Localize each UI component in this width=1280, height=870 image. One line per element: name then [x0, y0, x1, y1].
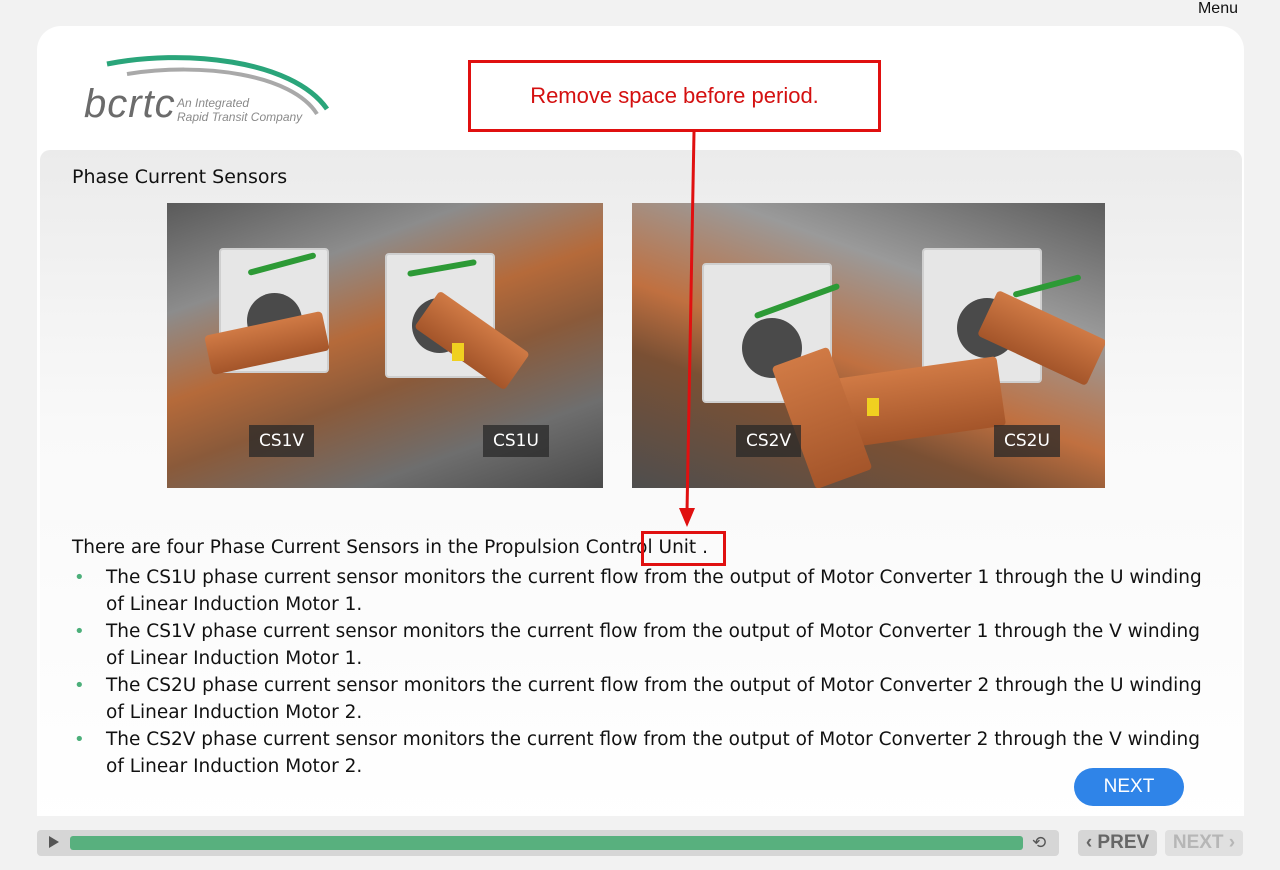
cable-tag — [452, 343, 464, 361]
list-item: • The CS2U phase current sensor monitors … — [72, 672, 1212, 726]
bullet-text: The CS1V phase current sensor monitors t… — [106, 621, 1201, 669]
logo-wordmark: bcrtc — [84, 82, 176, 126]
bullet-text: The CS2V phase current sensor monitors t… — [106, 729, 1201, 777]
bullet-icon: • — [74, 567, 85, 588]
cable-tag — [867, 398, 879, 416]
bullet-text: The CS1U phase current sensor monitors t… — [106, 567, 1202, 615]
logo-tagline-line-2: Rapid Transit Company — [177, 110, 303, 124]
slide-title: Phase Current Sensors — [72, 166, 288, 188]
logo-tagline: An Integrated Rapid Transit Company — [177, 96, 302, 124]
bullet-icon: • — [74, 621, 85, 642]
replay-icon[interactable]: ⟲ — [1032, 834, 1046, 852]
list-item: • The CS1U phase current sensor monitors … — [72, 564, 1212, 618]
photo-cs1: CS1V CS1U — [167, 203, 603, 488]
play-icon[interactable] — [49, 836, 59, 848]
intro-text: There are four Phase Current Sensors in … — [72, 537, 708, 558]
bullet-icon: • — [74, 729, 85, 750]
list-item: • The CS2V phase current sensor monitors … — [72, 726, 1212, 780]
review-callout: Remove space before period. — [468, 60, 881, 132]
next-button[interactable]: NEXT — [1074, 768, 1184, 806]
error-highlight — [641, 531, 726, 566]
progress-fill — [70, 836, 1023, 850]
progress-bar[interactable] — [70, 836, 1023, 850]
photo-label: CS2U — [994, 425, 1060, 457]
list-item: • The CS1V phase current sensor monitors … — [72, 618, 1212, 672]
bcrtc-logo: bcrtc An Integrated Rapid Transit Compan… — [82, 54, 332, 134]
photo-cs2: CS2V CS2U — [632, 203, 1105, 488]
logo-tagline-line-1: An Integrated — [177, 96, 250, 110]
bullet-icon: • — [74, 675, 85, 696]
bullet-list: • The CS1U phase current sensor monitors … — [72, 564, 1212, 780]
photo-label: CS1V — [249, 425, 315, 457]
photo-label: CS2V — [736, 425, 802, 457]
bullet-text: The CS2U phase current sensor monitors t… — [106, 675, 1202, 723]
menu-button[interactable]: Menu — [1198, 0, 1238, 18]
next-nav-button[interactable]: NEXT › — [1165, 830, 1243, 856]
prev-button[interactable]: ‹ PREV — [1078, 830, 1157, 856]
photo-label: CS1U — [483, 425, 549, 457]
